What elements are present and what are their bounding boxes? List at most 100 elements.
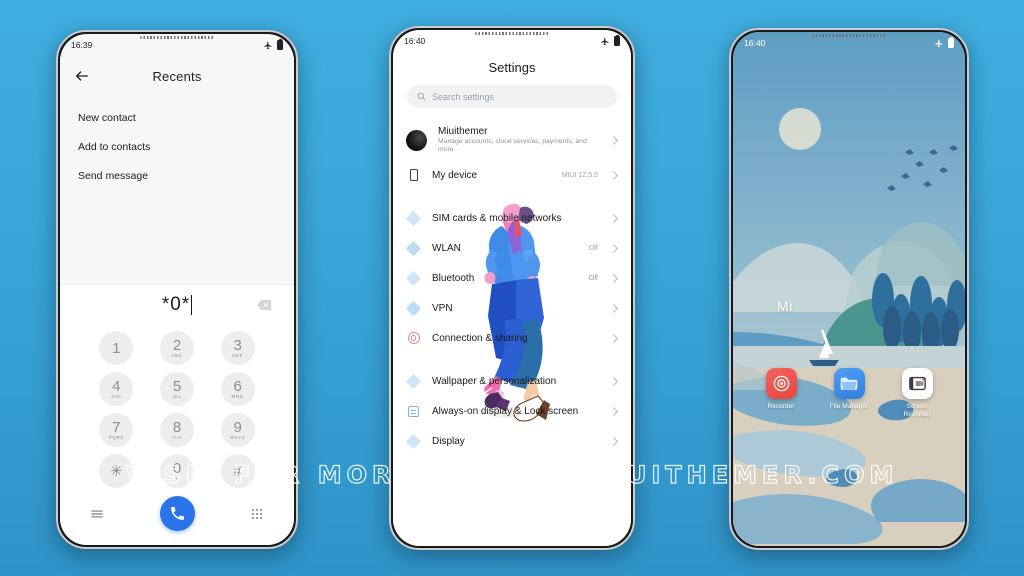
settings-row-wlan[interactable]: WLAN Off [393, 233, 631, 263]
search-placeholder: Search settings [432, 91, 495, 102]
key-letters: JKL [172, 393, 182, 399]
battery-icon [948, 36, 954, 48]
recents-menu: New contact Add to contacts Send message [60, 96, 294, 191]
app-row: Recorder File Manager Screen Recorder [733, 368, 965, 419]
key-number: 8 [172, 418, 182, 436]
airplane-icon [935, 39, 943, 47]
chevron-right-icon [613, 135, 618, 145]
account-name: Miuithemer [438, 125, 488, 137]
connection-sharing-icon [407, 332, 420, 344]
row-label: Wallpaper & personalization [432, 375, 557, 387]
dial-key-8[interactable]: 8 TUV [159, 413, 194, 447]
search-input[interactable]: Search settings [407, 85, 617, 108]
phone-settings: 16:40 Settings Search settings Miuitheme… [389, 26, 635, 550]
dial-key-4[interactable]: 4 GHI [99, 372, 134, 406]
settings-row-wallpaper[interactable]: Wallpaper & personalization [393, 366, 631, 396]
section-divider [393, 190, 631, 203]
app-file-manager[interactable]: File Manager [826, 368, 872, 419]
chevron-right-icon [613, 213, 618, 223]
key-number: 9 [233, 418, 242, 436]
key-letters: MNO [231, 393, 244, 399]
row-value: Off [588, 244, 598, 252]
diamond-icon [405, 210, 422, 226]
dial-key-star[interactable]: ✳ [99, 454, 134, 488]
row-value: MIUI 12.5.5 [561, 171, 598, 179]
app-label: Screen Recorder [903, 403, 931, 418]
chevron-right-icon [613, 303, 618, 313]
settings-row-bluetooth[interactable]: Bluetooth Off [393, 263, 631, 293]
menu-item-send-message[interactable]: Send message [60, 162, 294, 191]
hamburger-icon[interactable] [90, 507, 104, 521]
file-manager-icon [833, 368, 865, 399]
status-time: 16:40 [404, 36, 426, 46]
key-number: 7 [112, 418, 121, 436]
settings-row-sim-cards[interactable]: SIM cards & mobile networks [393, 203, 631, 233]
settings-list: Miuithemer Manage accounts, cloud servic… [393, 120, 631, 456]
search-icon [417, 92, 426, 101]
row-label: SIM cards & mobile networks [432, 212, 562, 224]
dial-key-5[interactable]: 5 JKL [159, 372, 194, 406]
battery-icon [614, 34, 620, 46]
always-on-display-icon [408, 405, 419, 417]
app-recorder[interactable]: Recorder [758, 368, 804, 419]
dial-key-1[interactable]: 1 [99, 331, 134, 365]
mi-widget-label[interactable]: Mi [777, 298, 793, 314]
dial-key-7[interactable]: 7 PQRS [99, 413, 134, 447]
avatar [406, 129, 427, 151]
recorder-icon [765, 368, 797, 399]
keypad-grid-icon[interactable] [250, 507, 264, 521]
dial-key-hash[interactable]: # [220, 454, 255, 488]
chevron-right-icon [613, 376, 618, 386]
airplane-icon [601, 37, 609, 45]
settings-row-always-on-display[interactable]: Always-on display & Lock screen [393, 396, 631, 426]
key-letters: WXYZ [229, 434, 246, 440]
recents-empty-area [60, 191, 294, 284]
battery-icon [277, 38, 283, 50]
dial-key-0[interactable]: 0 + [159, 454, 194, 488]
dial-key-6[interactable]: 6 MNO [220, 372, 255, 406]
backspace-icon[interactable] [257, 300, 272, 311]
key-number: # [233, 462, 242, 480]
diamond-icon [405, 433, 422, 449]
menu-item-add-to-contacts[interactable]: Add to contacts [60, 133, 294, 162]
key-number: 4 [112, 377, 121, 395]
row-label: My device [432, 169, 478, 181]
settings-row-account[interactable]: Miuithemer Manage accounts, cloud servic… [393, 120, 631, 160]
settings-row-my-device[interactable]: My device MIUI 12.5.5 [393, 160, 631, 190]
key-letters: DEF [232, 352, 244, 358]
status-time: 16:39 [71, 40, 93, 50]
dialpad-keys: 1 2 ABC 3 DEF 4 GHI 5 JKL 6 MNO 7 PQRS 8… [60, 325, 294, 492]
page-title: Settings [488, 60, 536, 75]
dial-key-9[interactable]: 9 WXYZ [220, 413, 255, 447]
speaker-grille [812, 34, 886, 37]
account-description: Manage accounts, cloud services, payment… [438, 137, 587, 153]
row-label: VPN [432, 302, 453, 314]
key-number: 1 [112, 339, 121, 357]
menu-item-new-contact[interactable]: New contact [60, 104, 294, 133]
dial-key-3[interactable]: 3 DEF [220, 331, 255, 365]
app-screen-recorder[interactable]: Screen Recorder [894, 368, 940, 419]
chevron-right-icon [613, 170, 618, 180]
settings-row-display[interactable]: Display [393, 426, 631, 456]
status-time: 16:40 [744, 38, 766, 48]
app-label: Recorder [767, 403, 795, 410]
chevron-right-icon [613, 273, 618, 283]
airplane-icon [264, 41, 272, 49]
diamond-icon [405, 240, 422, 256]
settings-row-connection-sharing[interactable]: Connection & sharing [393, 323, 631, 353]
key-number: 3 [233, 336, 242, 354]
key-letters: PQRS [108, 434, 124, 440]
wallpaper-illustration [733, 32, 965, 546]
chevron-right-icon [613, 406, 618, 416]
call-button[interactable] [159, 496, 195, 531]
settings-row-vpn[interactable]: VPN [393, 293, 631, 323]
dialed-number[interactable]: *0* [162, 294, 190, 316]
phone-home-screen: 16:40 Mi Recorder File Manager Screen Re… [729, 28, 969, 550]
app-label: File Manager [829, 403, 869, 410]
dial-key-2[interactable]: 2 ABC [159, 331, 194, 365]
row-value: Off [588, 274, 598, 282]
recents-header: Recents [60, 56, 294, 96]
section-divider [393, 353, 631, 366]
key-number: ✳ [110, 462, 123, 480]
key-letters: TUV [171, 434, 183, 440]
